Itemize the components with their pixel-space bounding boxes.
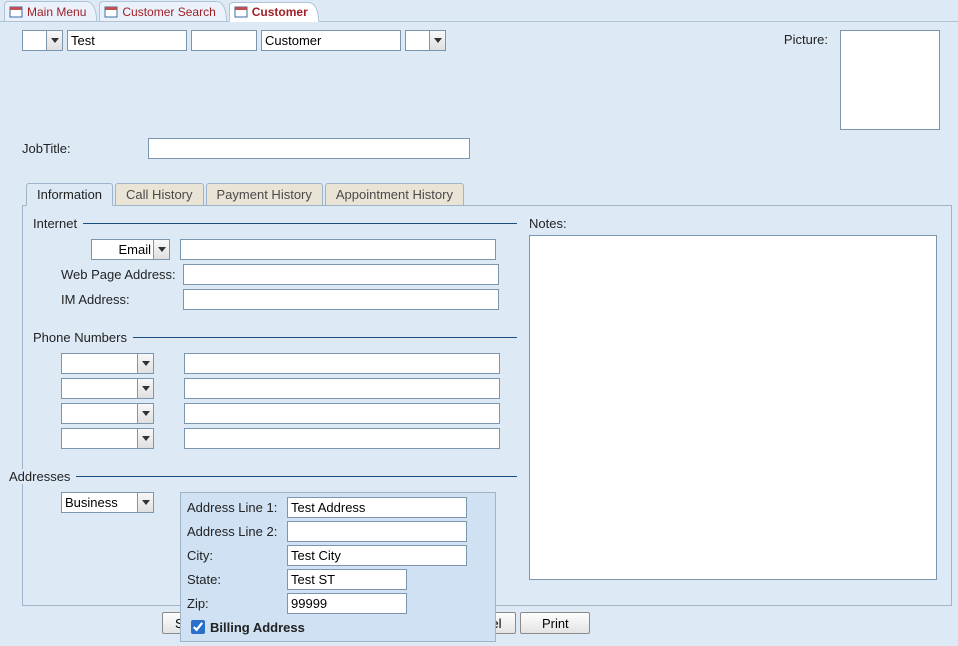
notes-textarea[interactable]	[529, 235, 937, 580]
phone-type-combo-2[interactable]	[61, 378, 154, 399]
phone-type-input[interactable]	[61, 428, 137, 449]
address-type-combo[interactable]	[61, 492, 154, 513]
picture-box[interactable]	[840, 30, 940, 130]
phone-number-input[interactable]	[184, 353, 500, 374]
phone-number-input[interactable]	[184, 403, 500, 424]
document-tabs: Main Menu Customer Search Customer	[0, 0, 958, 22]
phone-number-input[interactable]	[184, 428, 500, 449]
notes-label: Notes:	[529, 216, 937, 231]
addr-zip-label: Zip:	[187, 596, 283, 611]
addr-zip-input[interactable]	[287, 593, 407, 614]
phone-type-combo-1[interactable]	[61, 353, 154, 374]
phone-type-input[interactable]	[61, 378, 137, 399]
doc-tab-label: Customer Search	[122, 5, 215, 19]
doc-tab-customer[interactable]: Customer	[229, 2, 319, 22]
chevron-down-icon[interactable]	[137, 403, 154, 424]
im-label: IM Address:	[61, 292, 179, 307]
jobtitle-label: JobTitle:	[22, 141, 142, 156]
email-input[interactable]	[180, 239, 496, 260]
customer-form: Picture: JobTitle: Information Call Hist…	[0, 22, 958, 573]
addr-state-input[interactable]	[287, 569, 407, 590]
addresses-group: Addresses Address Line 1: Address Line 2…	[33, 469, 517, 646]
chevron-down-icon[interactable]	[137, 353, 154, 374]
addr-line2-input[interactable]	[287, 521, 467, 542]
web-label: Web Page Address:	[61, 267, 179, 282]
print-button[interactable]: Print	[520, 612, 590, 634]
phone-type-combo-3[interactable]	[61, 403, 154, 424]
email-type-input[interactable]	[91, 239, 153, 260]
tab-information[interactable]: Information	[26, 183, 113, 206]
middle-name-input[interactable]	[191, 30, 257, 51]
doc-tab-label: Customer	[252, 5, 308, 19]
chevron-down-icon[interactable]	[46, 30, 63, 51]
form-icon	[9, 5, 23, 19]
doc-tab-main-menu[interactable]: Main Menu	[4, 1, 97, 21]
address-block: Address Line 1: Address Line 2: City:	[180, 492, 496, 642]
tab-call-history[interactable]: Call History	[115, 183, 203, 205]
web-input[interactable]	[183, 264, 499, 285]
suffix-input[interactable]	[405, 30, 429, 51]
internet-legend: Internet	[33, 216, 83, 231]
phone-type-input[interactable]	[61, 353, 137, 374]
billing-label: Billing Address	[210, 620, 305, 635]
addr-city-label: City:	[187, 548, 283, 563]
internet-group: Internet Web Page Address: IM Address:	[33, 216, 517, 318]
phone-type-combo-4[interactable]	[61, 428, 154, 449]
form-icon	[104, 5, 118, 19]
last-name-input[interactable]	[261, 30, 401, 51]
sub-tabs: Information Call History Payment History…	[22, 183, 952, 206]
chevron-down-icon[interactable]	[429, 30, 446, 51]
suffix-combo[interactable]	[405, 30, 446, 51]
chevron-down-icon[interactable]	[137, 428, 154, 449]
billing-checkbox[interactable]	[191, 620, 205, 634]
chevron-down-icon[interactable]	[137, 492, 154, 513]
address-type-input[interactable]	[61, 492, 137, 513]
phone-number-input[interactable]	[184, 378, 500, 399]
phone-type-input[interactable]	[61, 403, 137, 424]
picture-label: Picture:	[784, 30, 828, 47]
first-name-input[interactable]	[67, 30, 187, 51]
form-icon	[234, 5, 248, 19]
name-fields	[22, 30, 446, 51]
addr-city-input[interactable]	[287, 545, 467, 566]
im-input[interactable]	[183, 289, 499, 310]
addr-line1-label: Address Line 1:	[187, 500, 283, 515]
chevron-down-icon[interactable]	[137, 378, 154, 399]
information-page: Internet Web Page Address: IM Address:	[22, 206, 952, 606]
addresses-legend: Addresses	[9, 469, 76, 484]
tab-appointment-history[interactable]: Appointment History	[325, 183, 464, 205]
phones-group: Phone Numbers	[33, 330, 517, 457]
jobtitle-input[interactable]	[148, 138, 470, 159]
chevron-down-icon[interactable]	[153, 239, 170, 260]
phones-legend: Phone Numbers	[33, 330, 133, 345]
addr-line1-input[interactable]	[287, 497, 467, 518]
doc-tab-label: Main Menu	[27, 5, 86, 19]
addr-state-label: State:	[187, 572, 283, 587]
prefix-combo[interactable]	[22, 30, 63, 51]
prefix-input[interactable]	[22, 30, 46, 51]
tab-payment-history[interactable]: Payment History	[206, 183, 323, 205]
addr-line2-label: Address Line 2:	[187, 524, 283, 539]
email-type-combo[interactable]	[91, 239, 170, 260]
doc-tab-customer-search[interactable]: Customer Search	[99, 1, 226, 21]
